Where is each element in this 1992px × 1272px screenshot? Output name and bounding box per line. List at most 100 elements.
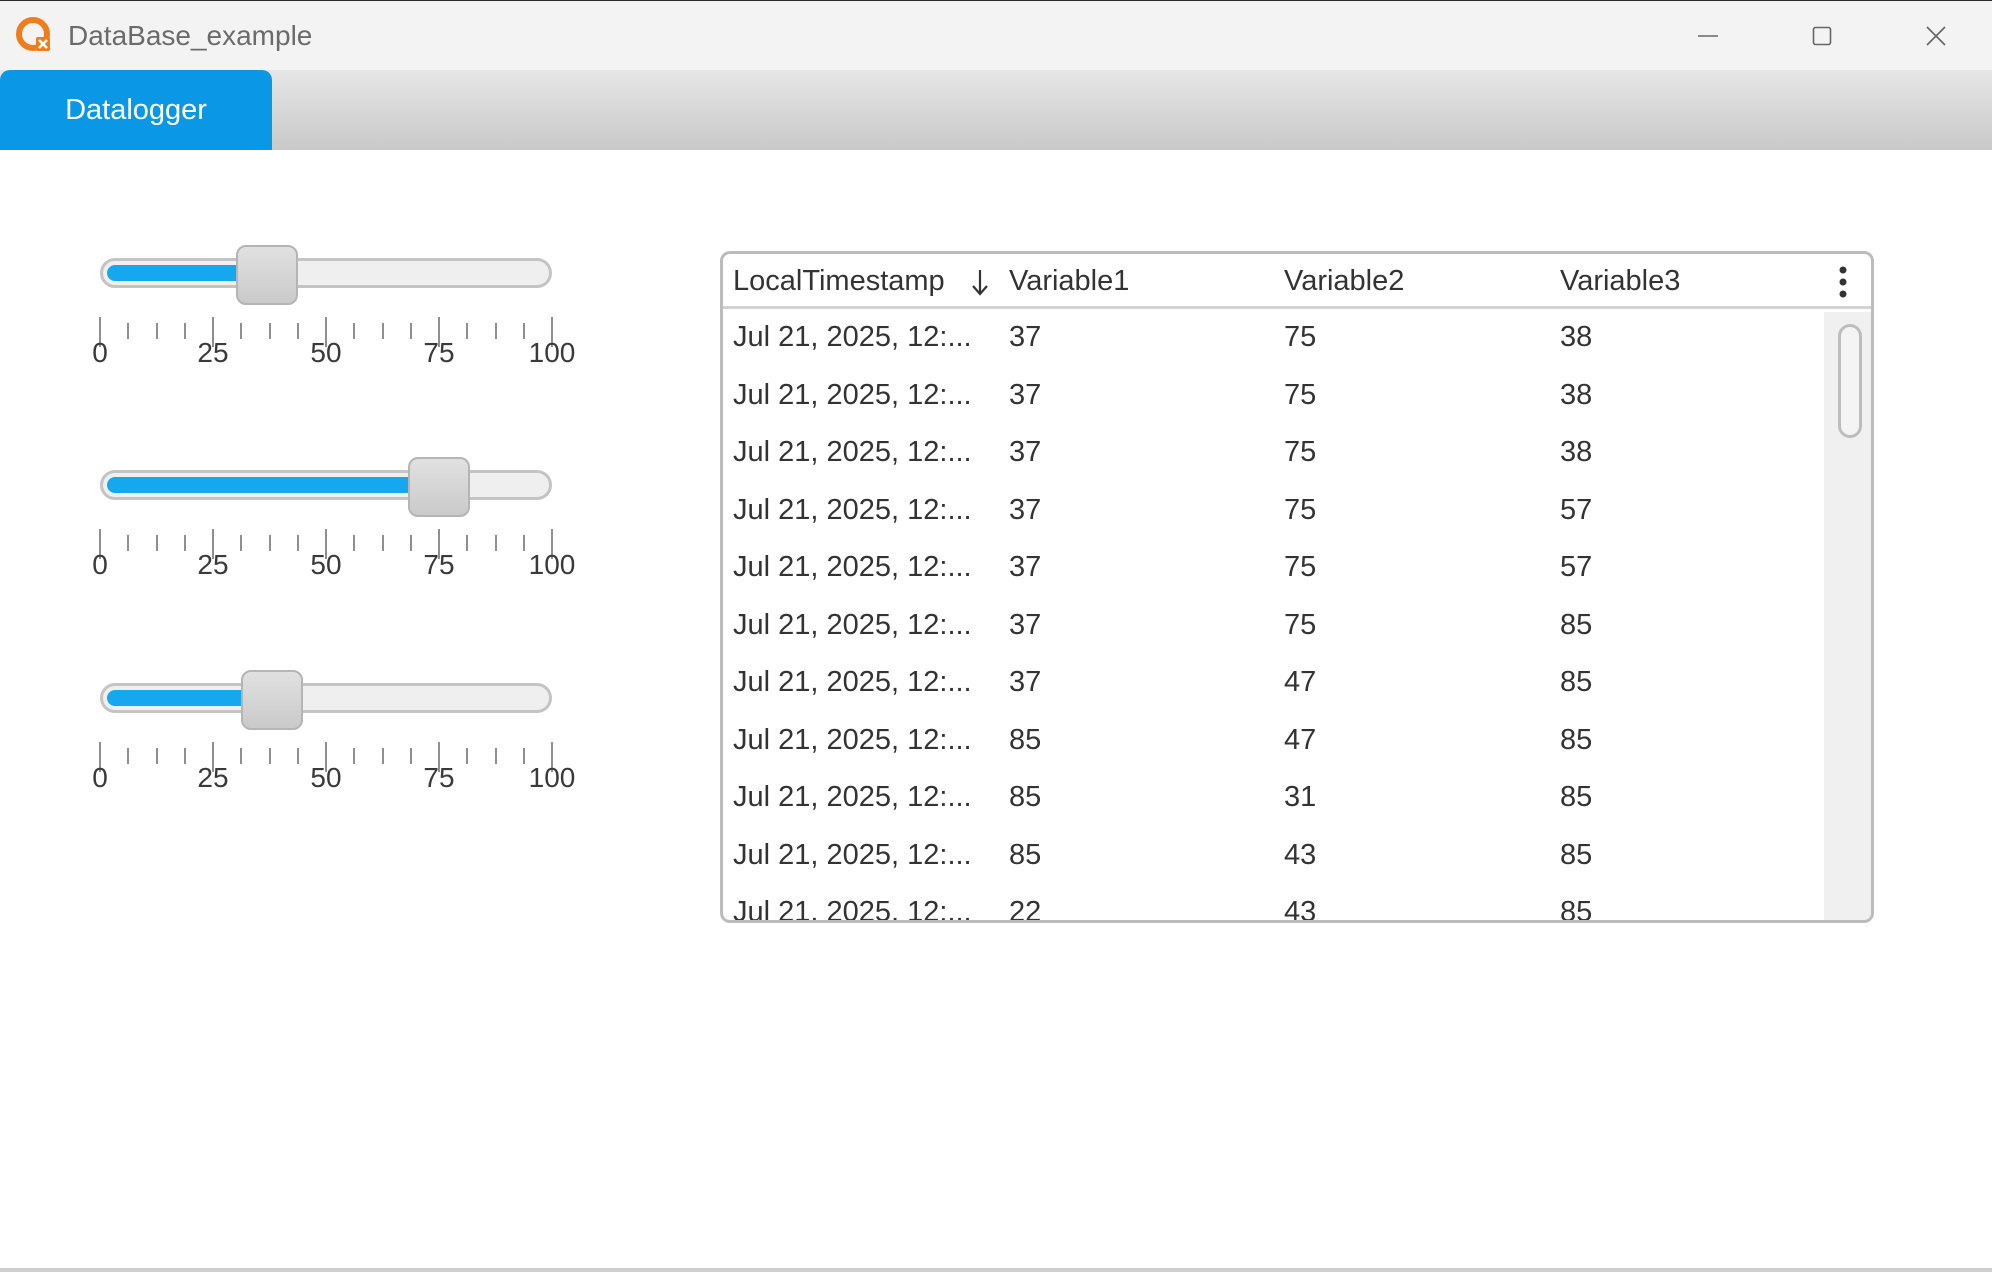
data-table: LocalTimestamp Variable1 Variable2 Varia… bbox=[720, 251, 1874, 923]
table-cell: 75 bbox=[1284, 608, 1317, 641]
maximize-icon bbox=[1812, 26, 1832, 46]
table-row[interactable]: Jul 21, 2025, 12:... 85 43 85 bbox=[723, 827, 1829, 885]
slider-fill bbox=[107, 477, 440, 493]
slider-2[interactable]: 0 25 50 75 100 bbox=[82, 457, 602, 627]
slider-handle[interactable] bbox=[240, 670, 303, 730]
scrollbar-thumb[interactable] bbox=[1838, 324, 1862, 438]
close-button[interactable] bbox=[1880, 1, 1992, 71]
minor-tick bbox=[268, 748, 271, 764]
table-row[interactable]: Jul 21, 2025, 12:... 85 47 85 bbox=[723, 712, 1829, 770]
table-row[interactable]: Jul 21, 2025, 12:... 37 75 38 bbox=[723, 367, 1829, 425]
minor-tick bbox=[155, 535, 158, 551]
maximize-button[interactable] bbox=[1766, 1, 1878, 71]
table-cell: Jul 21, 2025, 12:... bbox=[733, 321, 972, 353]
table-cell: 75 bbox=[1284, 493, 1317, 526]
table-row[interactable]: Jul 21, 2025, 12:... 37 75 57 bbox=[723, 539, 1829, 597]
table-cell: 38 bbox=[1560, 378, 1593, 411]
table-cell: 37 bbox=[1009, 321, 1042, 353]
minor-tick bbox=[494, 748, 497, 764]
column-header-variable3[interactable]: Variable3 bbox=[1560, 254, 1680, 309]
minor-tick bbox=[268, 535, 271, 551]
table-cell: 43 bbox=[1284, 838, 1317, 871]
table-row[interactable]: Jul 21, 2025, 12:... 22 43 85 bbox=[723, 884, 1829, 923]
tick-label: 75 bbox=[423, 549, 455, 580]
app-logo-icon bbox=[16, 17, 50, 51]
table-cell: 85 bbox=[1560, 838, 1593, 871]
tick-label: 25 bbox=[197, 337, 229, 368]
table-cell: 85 bbox=[1009, 781, 1042, 813]
table-row[interactable]: Jul 21, 2025, 12:... 37 75 38 bbox=[723, 309, 1829, 367]
tick-label: 75 bbox=[423, 337, 455, 368]
table-cell: 37 bbox=[1009, 436, 1042, 468]
table-cell: 37 bbox=[1009, 666, 1042, 698]
vertical-scrollbar[interactable] bbox=[1824, 312, 1871, 920]
title-bar: DataBase_example bbox=[0, 0, 1992, 70]
tick-label: 50 bbox=[310, 762, 342, 793]
column-header-variable2[interactable]: Variable2 bbox=[1284, 254, 1404, 309]
table-cell: Jul 21, 2025, 12:... bbox=[733, 436, 972, 468]
slider-1[interactable]: 0 25 50 75 100 bbox=[82, 245, 602, 415]
slider-track[interactable] bbox=[100, 258, 552, 288]
table-cell: 22 bbox=[1009, 896, 1042, 923]
table-cell: Jul 21, 2025, 12:... bbox=[733, 493, 972, 526]
table-cell: 75 bbox=[1284, 378, 1317, 411]
tick-label: 0 bbox=[92, 549, 108, 580]
slider-handle[interactable] bbox=[236, 245, 299, 305]
minimize-button[interactable] bbox=[1652, 1, 1764, 71]
table-cell: 85 bbox=[1560, 666, 1593, 698]
minor-tick bbox=[494, 535, 497, 551]
tick-label: 0 bbox=[92, 762, 108, 793]
tick-label: 50 bbox=[310, 337, 342, 368]
table-cell: 85 bbox=[1009, 838, 1042, 871]
tick-label: 25 bbox=[197, 549, 229, 580]
more-options-icon[interactable] bbox=[1833, 264, 1853, 300]
sort-descending-icon[interactable] bbox=[970, 267, 990, 297]
table-cell: 31 bbox=[1284, 781, 1317, 813]
minor-tick bbox=[155, 748, 158, 764]
window-bottom-border bbox=[0, 1268, 1992, 1272]
tick-label: 75 bbox=[423, 762, 455, 793]
minor-tick bbox=[381, 323, 384, 339]
table-cell: 37 bbox=[1009, 608, 1042, 641]
tick-label: 50 bbox=[310, 549, 342, 580]
minimize-icon bbox=[1698, 35, 1718, 37]
table-body: Jul 21, 2025, 12:... 37 75 38 Jul 21, 2025, … bbox=[723, 309, 1829, 923]
table-cell: Jul 21, 2025, 12:... bbox=[733, 838, 972, 871]
column-header-localtimestamp[interactable]: LocalTimestamp bbox=[733, 254, 945, 309]
table-cell: 38 bbox=[1560, 321, 1593, 353]
table-cell: Jul 21, 2025, 12:... bbox=[733, 378, 972, 411]
table-row[interactable]: Jul 21, 2025, 12:... 37 75 38 bbox=[723, 424, 1829, 482]
table-row[interactable]: Jul 21, 2025, 12:... 37 75 85 bbox=[723, 597, 1829, 655]
table-cell: 85 bbox=[1560, 723, 1593, 756]
table-cell: Jul 21, 2025, 12:... bbox=[733, 781, 972, 813]
tick-label: 25 bbox=[197, 762, 229, 793]
column-header-variable1[interactable]: Variable1 bbox=[1009, 254, 1129, 309]
tab-datalogger[interactable]: Datalogger bbox=[0, 70, 272, 150]
tick-label: 100 bbox=[528, 549, 576, 580]
table-row[interactable]: Jul 21, 2025, 12:... 37 75 57 bbox=[723, 482, 1829, 540]
table-cell: 37 bbox=[1009, 493, 1042, 526]
slider-handle[interactable] bbox=[408, 457, 470, 517]
table-cell: 85 bbox=[1560, 781, 1593, 813]
slider-3[interactable]: 0 25 50 75 100 bbox=[82, 670, 602, 840]
table-cell: 37 bbox=[1009, 378, 1042, 411]
table-cell: Jul 21, 2025, 12:... bbox=[733, 608, 972, 641]
table-cell: Jul 21, 2025, 12:... bbox=[733, 896, 972, 923]
table-row[interactable]: Jul 21, 2025, 12:... 85 31 85 bbox=[723, 769, 1829, 827]
window-title: DataBase_example bbox=[68, 20, 313, 51]
table-cell: 57 bbox=[1560, 551, 1593, 583]
table-cell: 43 bbox=[1284, 896, 1317, 923]
slider-track[interactable] bbox=[100, 470, 552, 500]
table-cell: 57 bbox=[1560, 493, 1593, 526]
table-cell: 47 bbox=[1284, 666, 1317, 698]
table-cell: Jul 21, 2025, 12:... bbox=[733, 666, 972, 698]
minor-tick bbox=[381, 535, 384, 551]
minor-tick bbox=[268, 323, 271, 339]
table-cell: 85 bbox=[1560, 608, 1593, 641]
tick-label: 100 bbox=[528, 337, 576, 368]
table-cell: 85 bbox=[1560, 896, 1593, 923]
close-icon bbox=[1926, 26, 1946, 46]
table-row[interactable]: Jul 21, 2025, 12:... 37 47 85 bbox=[723, 654, 1829, 712]
table-cell: 75 bbox=[1284, 321, 1317, 353]
slider-track[interactable] bbox=[100, 683, 552, 713]
